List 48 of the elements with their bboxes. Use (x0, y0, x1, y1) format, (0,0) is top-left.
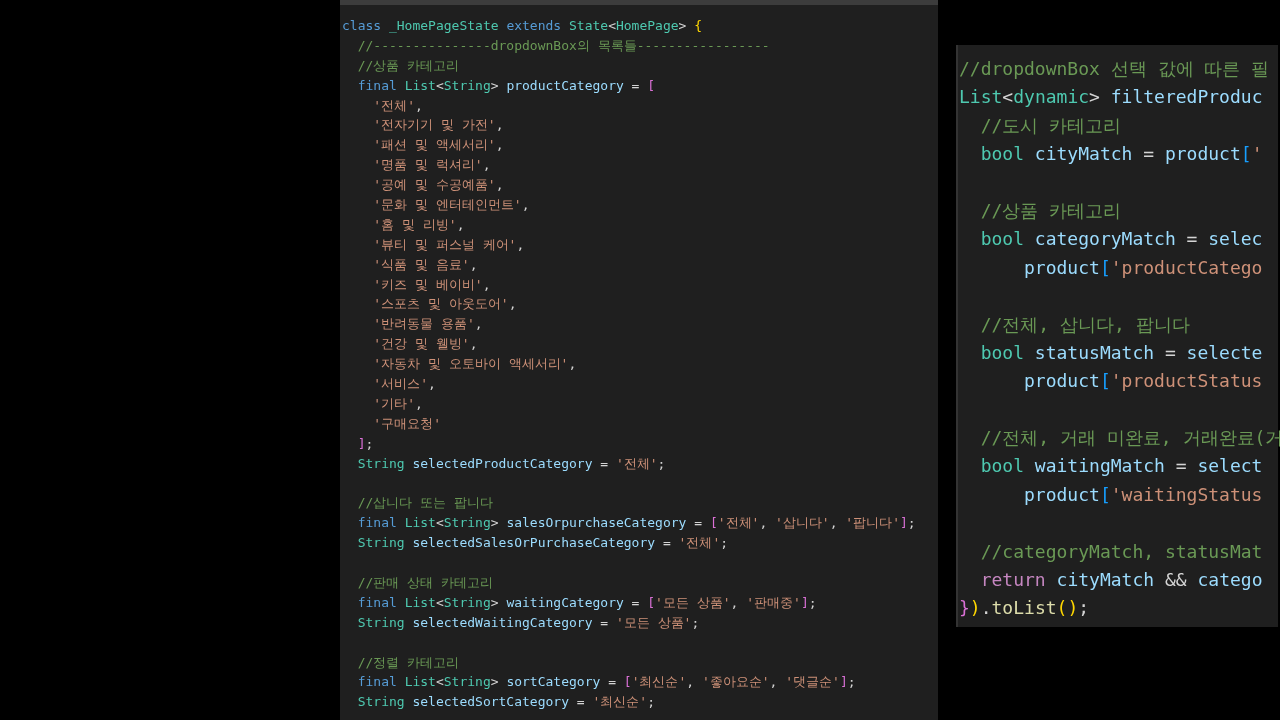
code-line: '구매요청' (372, 414, 441, 433)
code-line: //전체, 거래 미완료, 거래완료(거 (979, 426, 1280, 451)
code-line: '뷰티 및 퍼스널 케어', (372, 235, 525, 254)
code-line: '스포츠 및 아웃도어', (372, 295, 517, 314)
code-line: '패션 및 액세서리', (372, 136, 504, 155)
code-line: String selectedSalesOrPurchaseCategory = '전체'; (356, 534, 729, 553)
code-line: //도시 카테고리 (979, 113, 1122, 138)
code-line: //정렬 카테고리 (356, 653, 460, 672)
code-line: '반려동물 용품', (372, 315, 483, 334)
code-line: return cityMatch && catego (979, 568, 1263, 593)
code-line: '공예 및 수공예품', (372, 176, 504, 195)
code-line: //판매 상태 카테고리 (356, 573, 493, 592)
code-line: final List<String> waitingCategory = ['모든 상품', '판매중']; (356, 593, 817, 612)
code-line: //전체, 삽니다, 팝니다 (979, 312, 1190, 337)
code-line: product['productStatus (1023, 369, 1263, 394)
code-line: product['waitingStatus (1023, 482, 1263, 507)
code-line: //dropdownBox 선택 값에 따른 필 (959, 57, 1270, 81)
code-line: bool waitingMatch = select (979, 454, 1263, 479)
code-line: final List<String> productCategory = [ (356, 76, 656, 95)
code-line: //상품 카테고리 (356, 56, 460, 75)
code-line: bool cityMatch = product[' (979, 142, 1263, 167)
code-line: ]; (356, 434, 374, 453)
code-line: bool categoryMatch = selec (979, 227, 1263, 252)
code-line: '건강 및 웰빙', (372, 335, 478, 354)
code-line: String selectedWaitingCategory = '모든 상품'; (356, 613, 700, 632)
code-line: '키즈 및 베이비', (372, 275, 491, 294)
code-line: final List<String> salesOrpurchaseCategory = ['전체', '삽니다', '팝니다']; (356, 514, 916, 533)
code-line: product['productCatego (1023, 255, 1263, 280)
code-line: '홈 및 리빙', (372, 215, 465, 234)
code-line: '식품 및 음료', (372, 255, 478, 274)
code-line: class _HomePageState extends State<HomePage> { (342, 17, 703, 35)
code-line: '전체', (372, 96, 423, 115)
code-line: //---------------dropdownBox의 목록들----------------- (356, 36, 770, 55)
code-line: String selectedSortCategory = '최신순'; (356, 693, 655, 712)
code-line: String selectedProductCategory = '전체'; (356, 454, 666, 473)
code-line: }).toList(); (959, 596, 1090, 621)
code-line: '문화 및 엔터테인먼트', (372, 196, 530, 214)
code-line: '자동차 및 오토바이 액세서리', (372, 355, 577, 374)
code-line: '명품 및 럭셔리', (372, 156, 491, 175)
code-line: '기타', (372, 394, 423, 413)
code-line: final List<String> sortCategory = ['최신순', '좋아요순', '댓글순']; (356, 673, 856, 692)
code-line: '서비스', (372, 375, 436, 394)
code-line: //삽니다 또는 팝니다 (356, 494, 493, 513)
code-line: '전자기기 및 가전', (372, 116, 504, 135)
code-line: //상품 카테고리 (979, 198, 1122, 223)
code-line: List<dynamic> filteredProduc (959, 85, 1263, 110)
code-line: //categoryMatch, statusMat (979, 539, 1263, 564)
code-line: bool statusMatch = selecte (979, 340, 1263, 365)
